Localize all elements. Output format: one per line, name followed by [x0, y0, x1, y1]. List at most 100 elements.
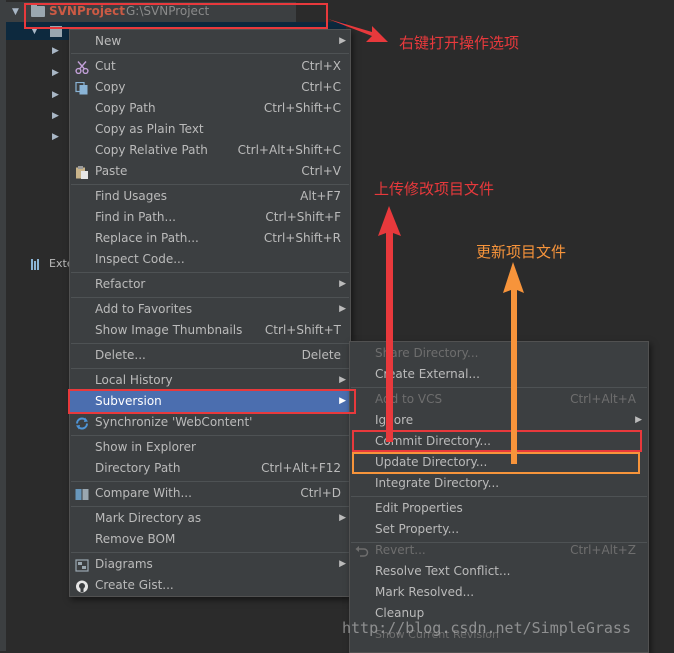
menu-item-label: Inspect Code...: [95, 252, 185, 266]
revert-icon: [355, 544, 369, 557]
menu-item-show-in-explorer[interactable]: Show in Explorer: [70, 437, 350, 458]
menu-item-resolve-text-conflict[interactable]: Resolve Text Conflict...: [350, 561, 648, 582]
menu-item-label: Mark Resolved...: [375, 585, 475, 599]
collapse-arrow-icon[interactable]: ▶: [52, 111, 59, 121]
menu-item-diagrams[interactable]: Diagrams ▶: [70, 554, 350, 575]
menu-item-local-history[interactable]: Local History ▶: [70, 370, 350, 391]
menu-item-create-external[interactable]: Create External...: [350, 364, 648, 385]
menu-item-find-in-path[interactable]: Find in Path... Ctrl+Shift+F: [70, 207, 350, 228]
menu-shortcut: Ctrl+V: [301, 164, 341, 178]
menu-item-add-to-vcs[interactable]: Add to VCS Ctrl+Alt+A: [350, 389, 648, 410]
menu-shortcut: Ctrl+Shift+F: [265, 210, 341, 224]
menu-item-label: Ignore: [375, 413, 414, 427]
menu-item-remove-bom[interactable]: Remove BOM: [70, 529, 350, 550]
tool-window-stripe: [0, 0, 6, 651]
menu-shortcut: Ctrl+Alt+Shift+C: [237, 143, 341, 157]
menu-item-label: Add to VCS: [375, 392, 443, 406]
external-libraries-icon: [31, 259, 45, 270]
menu-item-cut[interactable]: Cut Ctrl+X: [70, 56, 350, 77]
menu-item-add-to-favorites[interactable]: Add to Favorites ▶: [70, 299, 350, 320]
menu-item-integrate-directory[interactable]: Integrate Directory...: [350, 473, 648, 494]
submenu-arrow-icon: ▶: [339, 36, 346, 46]
menu-item-find-usages[interactable]: Find Usages Alt+F7: [70, 186, 350, 207]
submenu-arrow-icon: ▶: [339, 279, 346, 289]
submenu-arrow-icon: ▶: [339, 304, 346, 314]
menu-item-delete[interactable]: Delete... Delete: [70, 345, 350, 366]
sync-icon: [75, 416, 89, 430]
menu-item-label: Diagrams: [95, 557, 153, 571]
collapse-arrow-icon[interactable]: ▶: [52, 132, 59, 142]
module-icon: [50, 26, 62, 37]
menu-item-edit-properties[interactable]: Edit Properties: [350, 498, 648, 519]
menu-separator: [71, 368, 349, 369]
menu-item-refactor[interactable]: Refactor ▶: [70, 274, 350, 295]
menu-item-label: Paste: [95, 164, 128, 178]
annotation-right-click: 右键打开操作选项: [399, 34, 520, 52]
menu-separator: [351, 496, 647, 497]
menu-shortcut: Ctrl+D: [300, 486, 341, 500]
menu-item-label: Copy Path: [95, 101, 156, 115]
menu-item-label: Revert...: [375, 543, 426, 557]
menu-item-create-gist[interactable]: Create Gist...: [70, 575, 350, 596]
menu-item-share-directory[interactable]: Share Directory...: [350, 343, 648, 364]
menu-item-label: Copy: [95, 80, 126, 94]
project-name: SVNProject: [49, 4, 126, 18]
menu-item-label: Commit Directory...: [375, 434, 491, 448]
menu-item-label: Share Directory...: [375, 346, 479, 360]
menu-item-revert[interactable]: Revert... Ctrl+Alt+Z: [350, 540, 648, 561]
menu-item-label: Show in Explorer: [95, 440, 196, 454]
menu-item-mark-resolved[interactable]: Mark Resolved...: [350, 582, 648, 603]
menu-separator: [71, 506, 349, 507]
menu-separator: [71, 297, 349, 298]
clipboard-icon: [75, 165, 89, 179]
menu-separator: [71, 272, 349, 273]
expand-arrow-icon[interactable]: ▼: [12, 7, 19, 17]
menu-item-label: Remove BOM: [95, 532, 176, 546]
menu-separator: [71, 552, 349, 553]
menu-item-set-property[interactable]: Set Property...: [350, 519, 648, 540]
menu-item-replace-in-path[interactable]: Replace in Path... Ctrl+Shift+R: [70, 228, 350, 249]
collapse-arrow-icon[interactable]: ▶: [52, 90, 59, 100]
menu-separator: [351, 387, 647, 388]
menu-item-directory-path[interactable]: Directory Path Ctrl+Alt+F12: [70, 458, 350, 479]
menu-item-label: Find in Path...: [95, 210, 176, 224]
menu-item-label: Create Gist...: [95, 578, 174, 592]
menu-shortcut: Ctrl+X: [301, 59, 341, 73]
menu-item-subversion[interactable]: Subversion ▶: [70, 391, 350, 412]
compare-icon: [75, 487, 89, 500]
menu-item-synchronize[interactable]: Synchronize 'WebContent': [70, 412, 350, 433]
menu-item-copy[interactable]: Copy Ctrl+C: [70, 77, 350, 98]
menu-shortcut: Delete: [301, 348, 341, 362]
menu-item-commit-directory[interactable]: Commit Directory...: [350, 431, 648, 452]
menu-item-label: Synchronize 'WebContent': [95, 415, 253, 429]
expand-arrow-icon[interactable]: ▼: [31, 26, 38, 36]
menu-shortcut: Ctrl+Alt+Z: [570, 543, 636, 557]
submenu-arrow-icon: ▶: [339, 396, 346, 406]
menu-item-new[interactable]: New ▶: [70, 31, 350, 52]
collapse-arrow-icon[interactable]: ▶: [52, 68, 59, 78]
menu-item-ignore[interactable]: Ignore ▶: [350, 410, 648, 431]
menu-item-label: Set Property...: [375, 522, 460, 536]
menu-item-label: Compare With...: [95, 486, 192, 500]
menu-item-update-directory[interactable]: Update Directory...: [350, 452, 648, 473]
collapse-arrow-icon[interactable]: ▶: [52, 46, 59, 56]
menu-item-copy-path[interactable]: Copy Path Ctrl+Shift+C: [70, 98, 350, 119]
menu-shortcut: Alt+F7: [300, 189, 341, 203]
menu-item-copy-plain-text[interactable]: Copy as Plain Text: [70, 119, 350, 140]
menu-item-label: Create External...: [375, 367, 480, 381]
menu-item-label: Copy Relative Path: [95, 143, 208, 157]
menu-item-label: Show Image Thumbnails: [95, 323, 243, 337]
menu-item-inspect-code[interactable]: Inspect Code...: [70, 249, 350, 270]
menu-separator: [71, 343, 349, 344]
menu-item-mark-directory-as[interactable]: Mark Directory as ▶: [70, 508, 350, 529]
menu-shortcut: Ctrl+C: [301, 80, 341, 94]
menu-shortcut: Ctrl+Shift+C: [263, 101, 341, 115]
menu-item-show-image-thumbnails[interactable]: Show Image Thumbnails Ctrl+Shift+T: [70, 320, 350, 341]
menu-item-copy-relative-path[interactable]: Copy Relative Path Ctrl+Alt+Shift+C: [70, 140, 350, 161]
menu-item-compare-with[interactable]: Compare With... Ctrl+D: [70, 483, 350, 504]
menu-item-paste[interactable]: Paste Ctrl+V: [70, 161, 350, 182]
menu-shortcut: Ctrl+Alt+F12: [261, 461, 341, 475]
menu-item-label: Cut: [95, 59, 116, 73]
menu-shortcut: Ctrl+Shift+T: [264, 323, 341, 337]
project-path: G:\SVNProject: [126, 4, 210, 18]
